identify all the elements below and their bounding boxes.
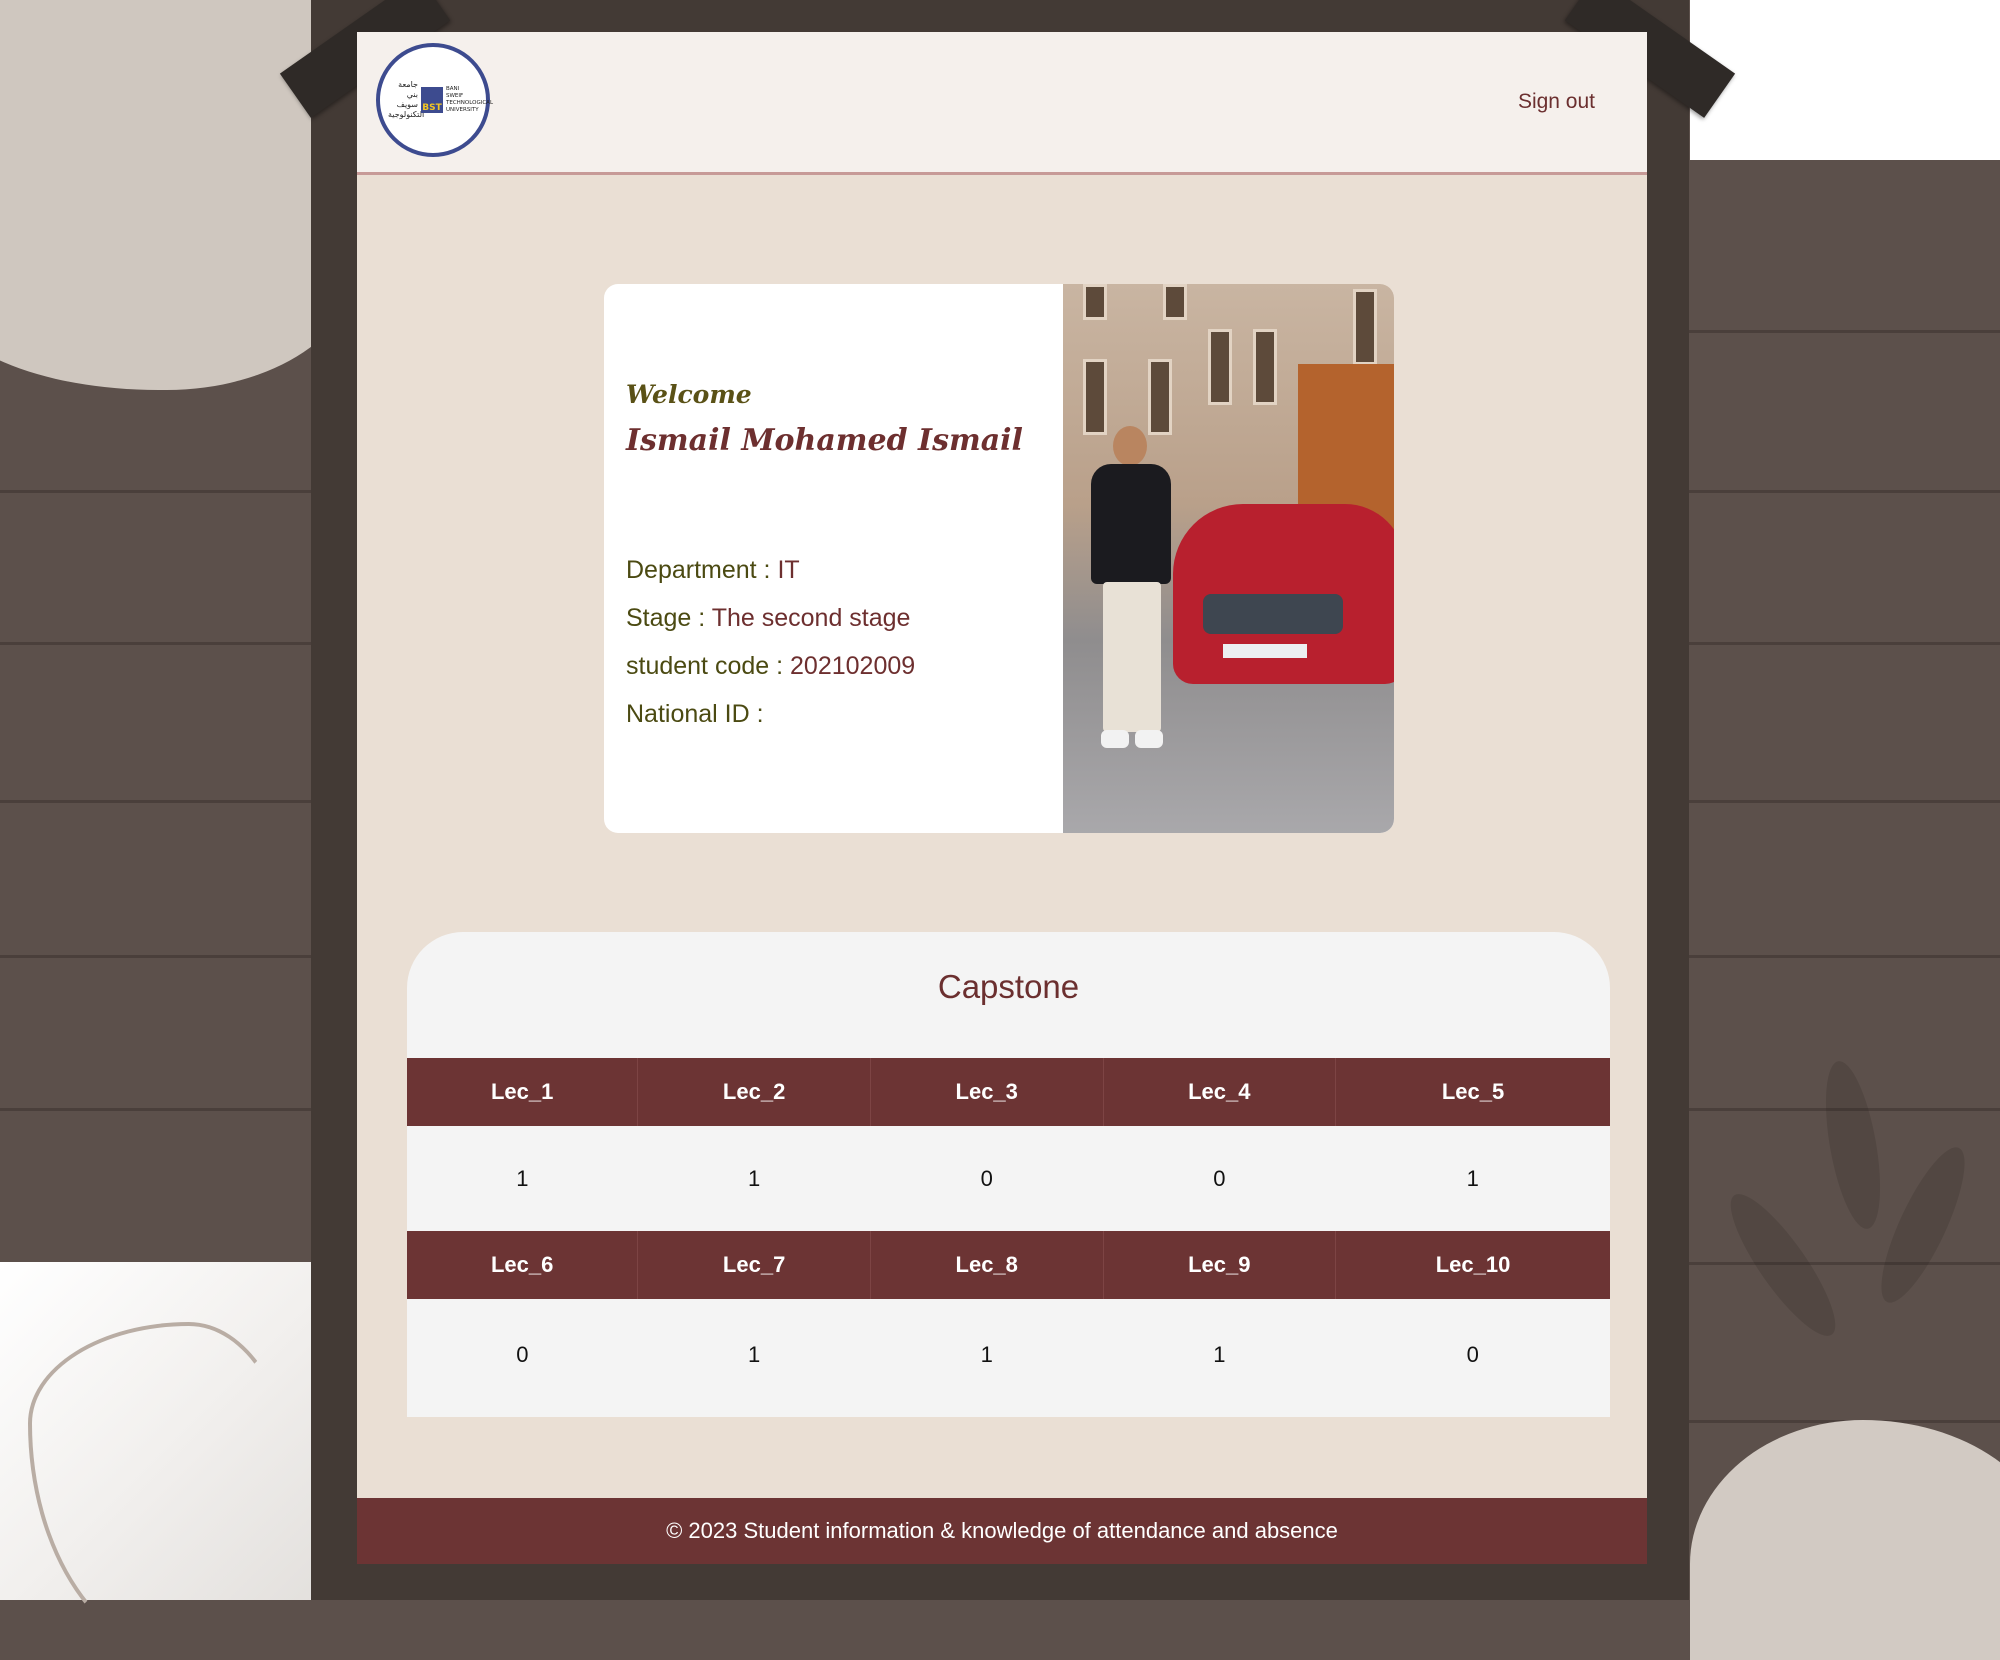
- logo-mark: BST: [421, 87, 443, 113]
- welcome-label: Welcome: [626, 380, 752, 409]
- attendance-value: 0: [1103, 1126, 1336, 1231]
- student-name: Ismail Mohamed Ismail: [626, 423, 1023, 458]
- lecture-header: Lec_1: [407, 1058, 639, 1126]
- lecture-header: Lec_8: [870, 1231, 1104, 1299]
- lecture-header: Lec_2: [637, 1058, 871, 1126]
- info-label: student code :: [626, 652, 791, 680]
- info-label: National ID :: [626, 700, 764, 728]
- attendance-value: 1: [1335, 1126, 1610, 1231]
- profile-greeting: Welcome Ismail Mohamed Ismail: [626, 380, 1046, 458]
- table-header-row: Lec_1 Lec_2 Lec_3 Lec_4 Lec_5: [407, 1058, 1610, 1126]
- sign-out-link[interactable]: Sign out: [1518, 90, 1595, 114]
- lecture-header: Lec_4: [1103, 1058, 1337, 1126]
- info-label: Stage :: [626, 604, 712, 632]
- top-header: جامعة بني سويف التكنولوجية BST BANI SWEI…: [357, 32, 1647, 175]
- student-photo: [1063, 284, 1394, 833]
- logo-english-text: BANI SWEIF TECHNOLOGICAL UNIVERSITY: [446, 86, 494, 113]
- background-blob: [1690, 1420, 2000, 1660]
- student-info-list: Department : IT Stage : The second stage…: [626, 546, 915, 738]
- lecture-header: Lec_5: [1335, 1058, 1610, 1126]
- info-value: 202102009: [790, 652, 916, 680]
- background-panel: [1690, 0, 2000, 160]
- course-title: Capstone: [937, 968, 1080, 1005]
- attendance-value: 1: [1103, 1299, 1336, 1411]
- lecture-header: Lec_7: [637, 1231, 871, 1299]
- attendance-value: 1: [637, 1126, 871, 1231]
- lecture-header: Lec_6: [407, 1231, 639, 1299]
- attendance-value: 0: [407, 1299, 638, 1411]
- attendance-panel: Capstone Lec_1 Lec_2 Lec_3 Lec_4 Lec_5 1…: [407, 932, 1610, 1417]
- info-row-stage: Stage : The second stage: [626, 594, 915, 642]
- university-logo[interactable]: جامعة بني سويف التكنولوجية BST BANI SWEI…: [376, 43, 494, 157]
- footer-text: © 2023 Student information & knowledge o…: [666, 1518, 1338, 1543]
- table-header-row: Lec_6 Lec_7 Lec_8 Lec_9 Lec_10: [407, 1231, 1610, 1299]
- lecture-header: Lec_10: [1335, 1231, 1610, 1299]
- info-row-student-code: student code : 202102009: [626, 642, 915, 690]
- info-row-department: Department : IT: [626, 546, 915, 594]
- attendance-value: 1: [637, 1299, 871, 1411]
- logo-arabic-text: جامعة بني سويف التكنولوجية: [388, 80, 425, 119]
- table-row: 0 1 1 1 0: [407, 1299, 1610, 1411]
- attendance-value: 0: [870, 1126, 1104, 1231]
- table-row: 1 1 0 0 1: [407, 1126, 1610, 1231]
- info-value: The second stage: [711, 604, 911, 632]
- attendance-value: 1: [407, 1126, 638, 1231]
- lecture-header: Lec_3: [870, 1058, 1104, 1126]
- lecture-header: Lec_9: [1103, 1231, 1337, 1299]
- background-panel: [0, 1262, 320, 1660]
- attendance-value: 0: [1335, 1299, 1610, 1411]
- attendance-value: 1: [870, 1299, 1104, 1411]
- attendance-table: Lec_1 Lec_2 Lec_3 Lec_4 Lec_5 1 1 0 0 1 …: [407, 1058, 1610, 1411]
- info-value: IT: [777, 556, 800, 584]
- student-profile-card: Welcome Ismail Mohamed Ismail Department…: [604, 284, 1394, 833]
- info-label: Department :: [626, 556, 778, 584]
- page-footer: © 2023 Student information & knowledge o…: [357, 1498, 1647, 1564]
- info-row-national-id: National ID :: [626, 690, 915, 738]
